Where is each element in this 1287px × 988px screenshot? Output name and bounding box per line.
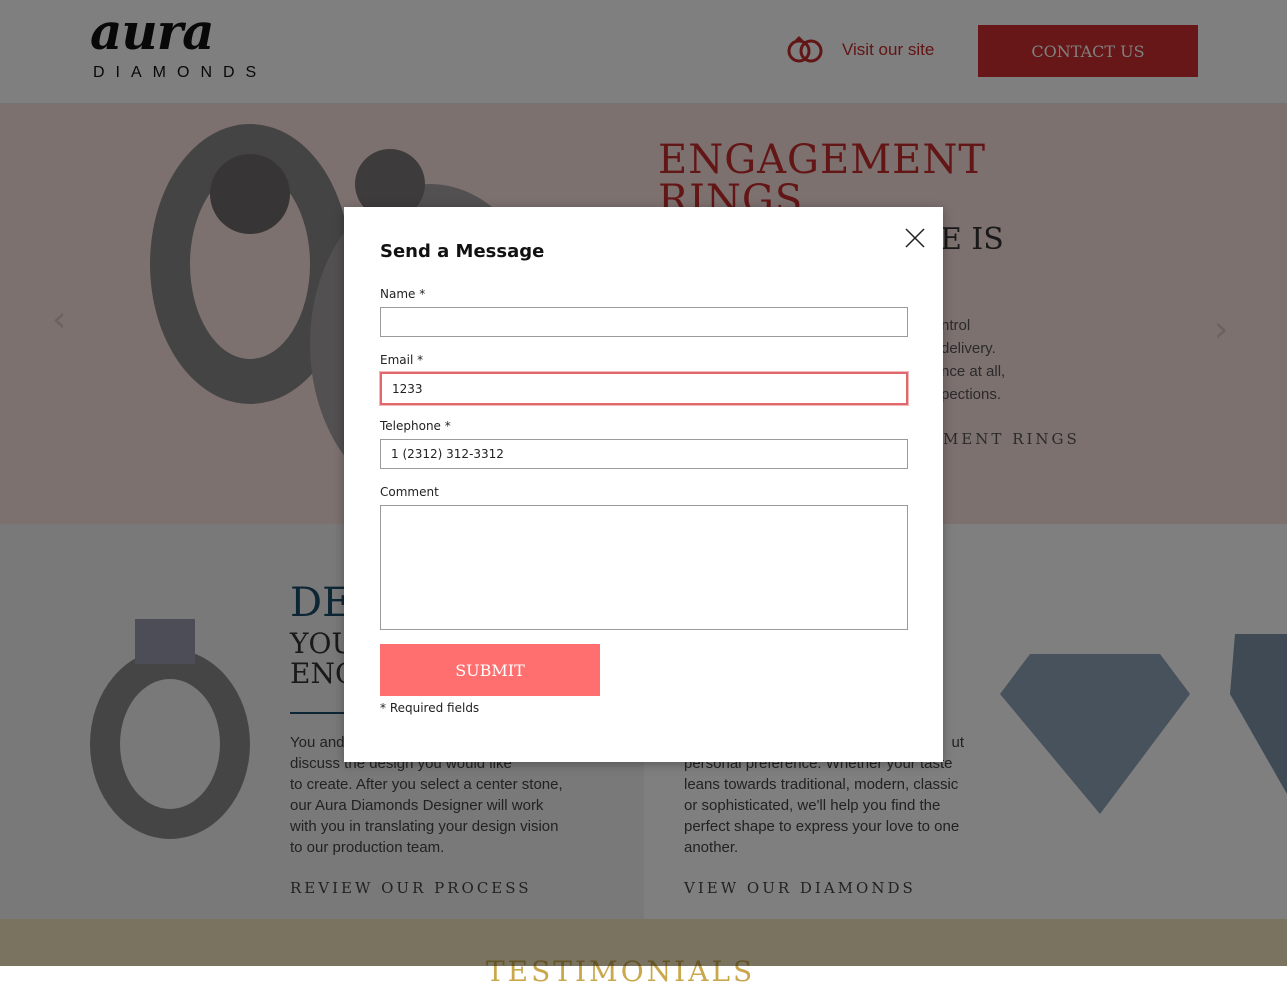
name-label: Name *: [380, 287, 426, 301]
name-field[interactable]: [380, 307, 908, 337]
telephone-field[interactable]: 1 (2312) 312-3312: [380, 439, 908, 469]
comment-field[interactable]: [380, 505, 908, 630]
required-fields-note: * Required fields: [380, 701, 480, 715]
email-field[interactable]: 1233: [380, 372, 908, 405]
telephone-label: Telephone *: [380, 419, 451, 433]
submit-button[interactable]: SUBMIT: [380, 644, 600, 696]
comment-label: Comment: [380, 485, 439, 499]
send-message-modal: Send a Message Name * Email * 1233 Telep…: [344, 207, 943, 762]
page: aura DIAMONDS Visit our site CONTACT US …: [0, 0, 1287, 988]
modal-title: Send a Message: [380, 241, 545, 262]
email-label: Email *: [380, 353, 424, 367]
close-icon[interactable]: [904, 227, 926, 249]
